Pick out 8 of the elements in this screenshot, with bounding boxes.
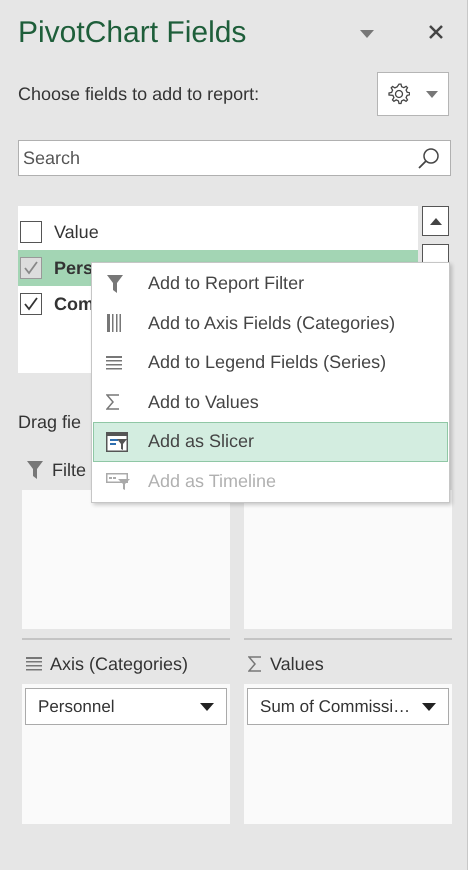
field-label: Pers bbox=[54, 256, 94, 280]
area-title: Values bbox=[270, 652, 324, 676]
field-label: Value bbox=[54, 220, 99, 244]
area-title: Filte bbox=[52, 458, 86, 482]
area-title: Axis (Categories) bbox=[50, 652, 188, 676]
instruction-label: Choose fields to add to report: bbox=[18, 82, 260, 106]
drag-instruction: Drag fie bbox=[18, 411, 82, 434]
panel-title: PivotChart Fields bbox=[18, 18, 248, 48]
